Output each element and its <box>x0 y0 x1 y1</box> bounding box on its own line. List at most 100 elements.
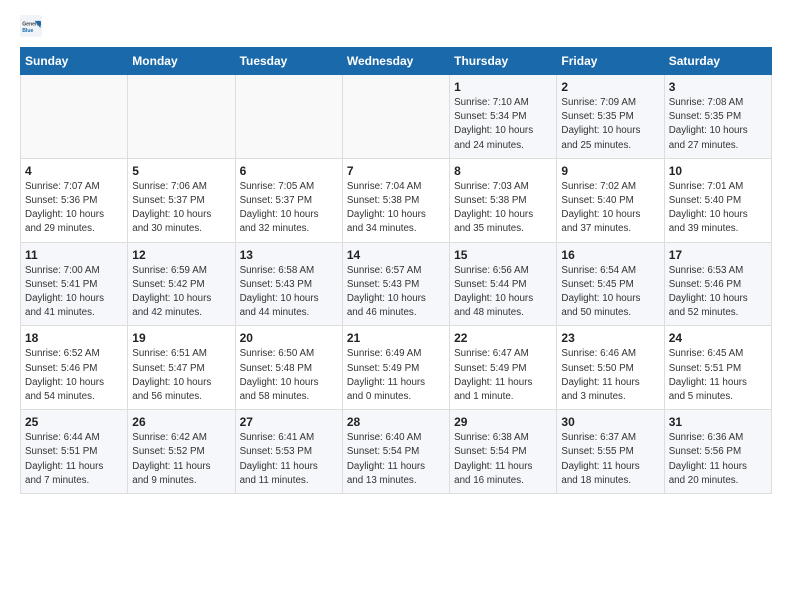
calendar-cell: 28Sunrise: 6:40 AM Sunset: 5:54 PM Dayli… <box>342 410 449 494</box>
calendar-cell: 18 Sunrise: 6:52 AM Sunset: 5:46 PM Dayli… <box>21 326 128 410</box>
day-info: Sunrise: 6:58 AM Sunset: 5:43 PM Dayligh… <box>240 264 338 321</box>
calendar-header-wednesday: Wednesday <box>342 48 449 75</box>
calendar-cell: 16Sunrise: 6:54 AM Sunset: 5:45 PM Dayli… <box>557 242 664 326</box>
day-number: 18 <box>25 331 123 345</box>
calendar-cell: 27 Sunrise: 6:41 AM Sunset: 5:53 PM Dayli… <box>235 410 342 494</box>
day-number: 1 <box>454 80 552 94</box>
calendar-cell: 4 Sunrise: 7:07 AM Sunset: 5:36 PM Daylig… <box>21 158 128 242</box>
day-number: 26 <box>132 415 230 429</box>
calendar-cell: 5 Sunrise: 7:06 AM Sunset: 5:37 PM Daylig… <box>128 158 235 242</box>
calendar-header-row: SundayMondayTuesdayWednesdayThursdayFrid… <box>21 48 772 75</box>
day-info: Sunrise: 6:49 AM Sunset: 5:49 PM Dayligh… <box>347 347 445 404</box>
day-number: 9 <box>561 164 659 178</box>
day-number: 11 <box>25 248 123 262</box>
calendar-cell <box>128 75 235 159</box>
day-info: Sunrise: 6:36 AM Sunset: 5:56 PM Dayligh… <box>669 431 767 488</box>
calendar-cell: 7Sunrise: 7:04 AM Sunset: 5:38 PM Daylig… <box>342 158 449 242</box>
day-info: Sunrise: 6:45 AM Sunset: 5:51 PM Dayligh… <box>669 347 767 404</box>
day-info: Sunrise: 7:02 AM Sunset: 5:40 PM Dayligh… <box>561 180 659 237</box>
calendar-header-tuesday: Tuesday <box>235 48 342 75</box>
calendar-cell: 20Sunrise: 6:50 AM Sunset: 5:48 PM Dayli… <box>235 326 342 410</box>
day-info: Sunrise: 6:41 AM Sunset: 5:53 PM Dayligh… <box>240 431 338 488</box>
day-number: 29 <box>454 415 552 429</box>
calendar-week-row: 1 Sunrise: 7:10 AM Sunset: 5:34 PM Daylig… <box>21 75 772 159</box>
calendar-header-friday: Friday <box>557 48 664 75</box>
day-info: Sunrise: 6:51 AM Sunset: 5:47 PM Dayligh… <box>132 347 230 404</box>
calendar-cell: 14 Sunrise: 6:57 AM Sunset: 5:43 PM Dayli… <box>342 242 449 326</box>
calendar-cell <box>342 75 449 159</box>
day-info: Sunrise: 7:05 AM Sunset: 5:37 PM Dayligh… <box>240 180 338 237</box>
day-number: 10 <box>669 164 767 178</box>
day-number: 13 <box>240 248 338 262</box>
day-number: 30 <box>561 415 659 429</box>
calendar: SundayMondayTuesdayWednesdayThursdayFrid… <box>20 47 772 494</box>
calendar-cell: 25 Sunrise: 6:44 AM Sunset: 5:51 PM Dayli… <box>21 410 128 494</box>
calendar-cell: 15 Sunrise: 6:56 AM Sunset: 5:44 PM Dayli… <box>450 242 557 326</box>
day-info: Sunrise: 6:50 AM Sunset: 5:48 PM Dayligh… <box>240 347 338 404</box>
day-number: 5 <box>132 164 230 178</box>
day-number: 2 <box>561 80 659 94</box>
calendar-cell: 29 Sunrise: 6:38 AM Sunset: 5:54 PM Dayli… <box>450 410 557 494</box>
day-info: Sunrise: 6:52 AM Sunset: 5:46 PM Dayligh… <box>25 347 123 404</box>
day-info: Sunrise: 6:57 AM Sunset: 5:43 PM Dayligh… <box>347 264 445 321</box>
day-info: Sunrise: 6:37 AM Sunset: 5:55 PM Dayligh… <box>561 431 659 488</box>
calendar-cell: 1 Sunrise: 7:10 AM Sunset: 5:34 PM Daylig… <box>450 75 557 159</box>
day-info: Sunrise: 6:40 AM Sunset: 5:54 PM Dayligh… <box>347 431 445 488</box>
day-info: Sunrise: 7:00 AM Sunset: 5:41 PM Dayligh… <box>25 264 123 321</box>
calendar-cell: 8Sunrise: 7:03 AM Sunset: 5:38 PM Daylig… <box>450 158 557 242</box>
day-number: 22 <box>454 331 552 345</box>
calendar-cell: 31Sunrise: 6:36 AM Sunset: 5:56 PM Dayli… <box>664 410 771 494</box>
calendar-cell: 11 Sunrise: 7:00 AM Sunset: 5:41 PM Dayli… <box>21 242 128 326</box>
calendar-cell: 30 Sunrise: 6:37 AM Sunset: 5:55 PM Dayli… <box>557 410 664 494</box>
calendar-cell: 23Sunrise: 6:46 AM Sunset: 5:50 PM Dayli… <box>557 326 664 410</box>
calendar-cell: 10 Sunrise: 7:01 AM Sunset: 5:40 PM Dayli… <box>664 158 771 242</box>
calendar-cell: 26 Sunrise: 6:42 AM Sunset: 5:52 PM Dayli… <box>128 410 235 494</box>
day-number: 14 <box>347 248 445 262</box>
svg-text:Blue: Blue <box>22 28 33 34</box>
calendar-cell: 22 Sunrise: 6:47 AM Sunset: 5:49 PM Dayli… <box>450 326 557 410</box>
calendar-cell: 13 Sunrise: 6:58 AM Sunset: 5:43 PM Dayli… <box>235 242 342 326</box>
day-number: 12 <box>132 248 230 262</box>
logo: General Blue <box>20 15 47 37</box>
calendar-cell <box>235 75 342 159</box>
calendar-week-row: 4 Sunrise: 7:07 AM Sunset: 5:36 PM Daylig… <box>21 158 772 242</box>
day-info: Sunrise: 6:38 AM Sunset: 5:54 PM Dayligh… <box>454 431 552 488</box>
day-number: 4 <box>25 164 123 178</box>
day-info: Sunrise: 6:46 AM Sunset: 5:50 PM Dayligh… <box>561 347 659 404</box>
day-number: 3 <box>669 80 767 94</box>
day-info: Sunrise: 7:06 AM Sunset: 5:37 PM Dayligh… <box>132 180 230 237</box>
day-info: Sunrise: 7:01 AM Sunset: 5:40 PM Dayligh… <box>669 180 767 237</box>
header: General Blue <box>20 15 772 37</box>
day-number: 17 <box>669 248 767 262</box>
day-number: 24 <box>669 331 767 345</box>
day-info: Sunrise: 6:53 AM Sunset: 5:46 PM Dayligh… <box>669 264 767 321</box>
day-number: 15 <box>454 248 552 262</box>
logo-icon: General Blue <box>20 15 42 37</box>
calendar-week-row: 25 Sunrise: 6:44 AM Sunset: 5:51 PM Dayli… <box>21 410 772 494</box>
calendar-header-monday: Monday <box>128 48 235 75</box>
day-info: Sunrise: 6:42 AM Sunset: 5:52 PM Dayligh… <box>132 431 230 488</box>
calendar-week-row: 18 Sunrise: 6:52 AM Sunset: 5:46 PM Dayli… <box>21 326 772 410</box>
calendar-cell: 9 Sunrise: 7:02 AM Sunset: 5:40 PM Daylig… <box>557 158 664 242</box>
day-number: 25 <box>25 415 123 429</box>
day-info: Sunrise: 7:07 AM Sunset: 5:36 PM Dayligh… <box>25 180 123 237</box>
day-info: Sunrise: 6:59 AM Sunset: 5:42 PM Dayligh… <box>132 264 230 321</box>
calendar-cell: 17 Sunrise: 6:53 AM Sunset: 5:46 PM Dayli… <box>664 242 771 326</box>
day-info: Sunrise: 6:44 AM Sunset: 5:51 PM Dayligh… <box>25 431 123 488</box>
day-info: Sunrise: 7:10 AM Sunset: 5:34 PM Dayligh… <box>454 96 552 153</box>
calendar-cell: 21 Sunrise: 6:49 AM Sunset: 5:49 PM Dayli… <box>342 326 449 410</box>
day-info: Sunrise: 6:56 AM Sunset: 5:44 PM Dayligh… <box>454 264 552 321</box>
calendar-header-saturday: Saturday <box>664 48 771 75</box>
day-number: 27 <box>240 415 338 429</box>
day-number: 6 <box>240 164 338 178</box>
day-info: Sunrise: 7:03 AM Sunset: 5:38 PM Dayligh… <box>454 180 552 237</box>
calendar-header-sunday: Sunday <box>21 48 128 75</box>
calendar-cell: 2 Sunrise: 7:09 AM Sunset: 5:35 PM Daylig… <box>557 75 664 159</box>
day-number: 21 <box>347 331 445 345</box>
calendar-cell: 3 Sunrise: 7:08 AM Sunset: 5:35 PM Daylig… <box>664 75 771 159</box>
day-info: Sunrise: 7:08 AM Sunset: 5:35 PM Dayligh… <box>669 96 767 153</box>
day-info: Sunrise: 7:09 AM Sunset: 5:35 PM Dayligh… <box>561 96 659 153</box>
day-number: 16 <box>561 248 659 262</box>
day-info: Sunrise: 6:47 AM Sunset: 5:49 PM Dayligh… <box>454 347 552 404</box>
day-number: 7 <box>347 164 445 178</box>
